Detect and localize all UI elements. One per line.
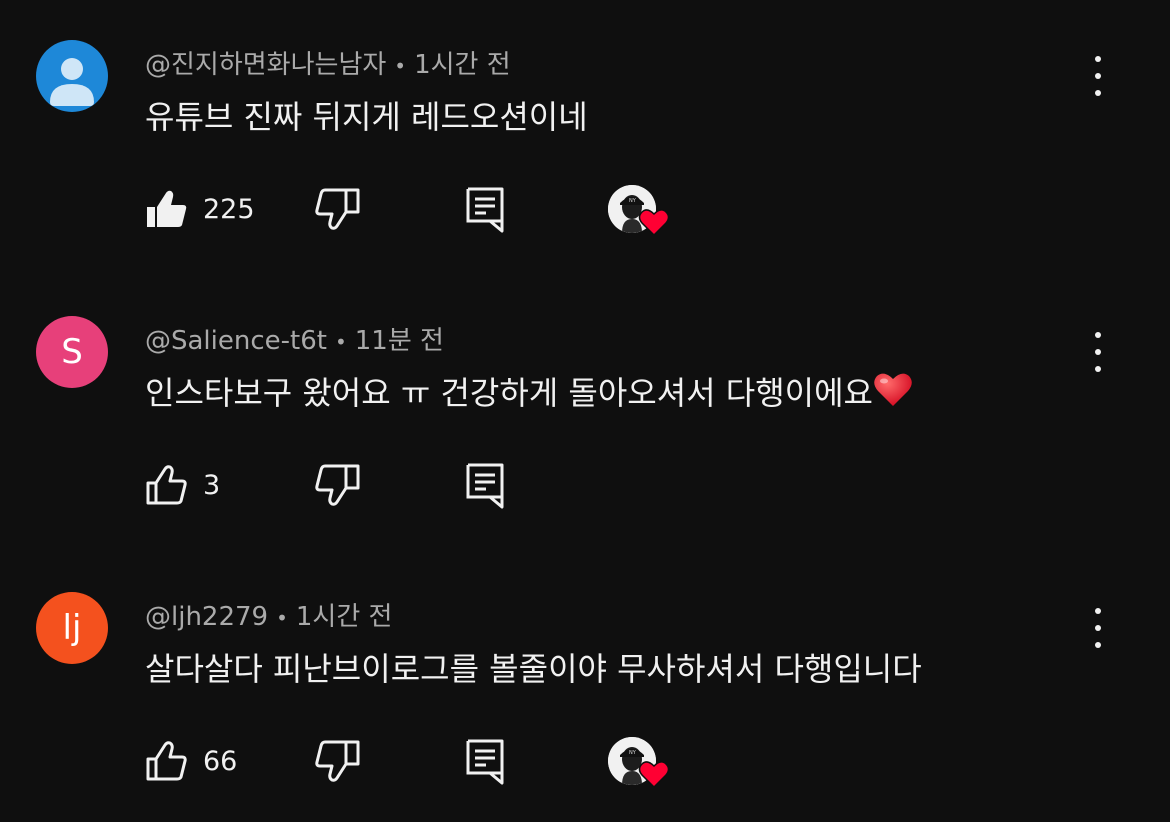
- comment-item: @진지하면화나는남자 • 1시간 전 유튜브 진짜 뒤지게 레드오션이네 225: [0, 0, 1170, 270]
- comment-text: 살다살다 피난브이로그를 볼줄이야 무사하셔서 다행입니다: [145, 650, 922, 688]
- comment-actions: 3: [0, 458, 1170, 512]
- avatar[interactable]: lj: [36, 592, 108, 664]
- like-button[interactable]: 66: [145, 734, 237, 788]
- avatar[interactable]: S: [36, 316, 108, 388]
- dislike-button[interactable]: [314, 734, 360, 788]
- comment-author[interactable]: @Salience-t6t: [145, 326, 327, 356]
- avatar-letter: S: [61, 332, 83, 372]
- reply-button[interactable]: [464, 734, 508, 788]
- like-count: 3: [203, 469, 221, 501]
- creator-avatar: NY: [608, 737, 670, 789]
- dislike-button[interactable]: [314, 458, 360, 512]
- default-person-icon: [50, 58, 94, 106]
- creator-heart-icon: [638, 209, 670, 237]
- reply-comment-icon: [466, 463, 504, 509]
- comment-meta: @진지하면화나는남자 • 1시간 전: [145, 44, 511, 81]
- creator-avatar: NY: [608, 185, 670, 237]
- comment-item: S @Salience-t6t • 11분 전 인스타보구 왔어요 ㅠ 건강하게 돌…: [0, 276, 1170, 546]
- like-count: 66: [203, 745, 238, 777]
- comment-actions: 225 NY: [0, 182, 1170, 237]
- comment-text: 인스타보구 왔어요 ㅠ 건강하게 돌아오셔서 다행이에요: [145, 374, 873, 412]
- creator-heart-badge: NY: [608, 182, 670, 237]
- thumbs-down-icon: [315, 740, 360, 782]
- comment-text: 유튜브 진짜 뒤지게 레드오션이네: [145, 98, 588, 136]
- more-vert-icon[interactable]: [1082, 608, 1114, 648]
- like-button[interactable]: 225: [145, 182, 255, 236]
- reply-comment-icon: [466, 187, 504, 233]
- dislike-button[interactable]: [314, 182, 360, 236]
- thumbs-up-icon: [146, 741, 187, 781]
- comment-time[interactable]: 1시간 전: [296, 602, 393, 632]
- heart-emoji-icon: [874, 373, 912, 406]
- comment-meta: @ljh2279 • 1시간 전: [145, 596, 392, 633]
- comment-author[interactable]: @진지하면화나는남자: [145, 50, 386, 80]
- comment-text-container: 인스타보구 왔어요 ㅠ 건강하게 돌아오셔서 다행이에요: [145, 368, 913, 414]
- meta-separator: •: [334, 330, 347, 354]
- meta-separator: •: [394, 54, 407, 78]
- creator-heart-icon: [638, 761, 670, 789]
- thumbs-down-icon: [315, 464, 360, 506]
- comment-item: lj @ljh2279 • 1시간 전 살다살다 피난브이로그를 볼줄이야 무사하셔…: [0, 552, 1170, 822]
- avatar[interactable]: [36, 40, 108, 112]
- more-vert-icon[interactable]: [1082, 332, 1114, 372]
- like-button[interactable]: 3: [145, 458, 220, 512]
- creator-heart-badge: NY: [608, 734, 670, 789]
- avatar-letter: lj: [62, 608, 82, 648]
- comment-time[interactable]: 1시간 전: [414, 50, 511, 80]
- thumbs-up-icon: [146, 465, 187, 505]
- reply-comment-icon: [466, 739, 504, 785]
- like-count: 225: [203, 193, 255, 225]
- svg-text:NY: NY: [629, 198, 637, 204]
- svg-text:NY: NY: [629, 750, 637, 756]
- comment-time[interactable]: 11분 전: [355, 326, 444, 356]
- thumbs-down-icon: [315, 188, 360, 230]
- more-vert-icon[interactable]: [1082, 56, 1114, 96]
- comment-actions: 66 NY: [0, 734, 1170, 789]
- reply-button[interactable]: [464, 182, 508, 236]
- reply-button[interactable]: [464, 458, 508, 512]
- comment-meta: @Salience-t6t • 11분 전: [145, 320, 444, 357]
- thumbs-up-icon: [147, 190, 187, 227]
- meta-separator: •: [276, 606, 288, 630]
- comment-author[interactable]: @ljh2279: [145, 602, 268, 632]
